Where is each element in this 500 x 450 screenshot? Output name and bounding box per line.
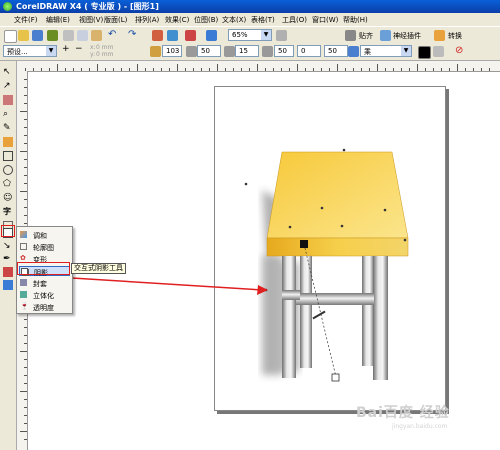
selection-node[interactable]	[288, 225, 292, 229]
flyout-item-transparency[interactable]: 🍷 透明度	[19, 302, 70, 313]
selection-node[interactable]	[244, 182, 248, 186]
seat-front	[266, 237, 409, 257]
leg-front-left	[282, 256, 296, 378]
shadow-end-handle[interactable]	[331, 373, 340, 382]
watermark-url: jingyan.baidu.com	[392, 423, 448, 430]
opacity-slider-handle[interactable]	[312, 310, 326, 320]
selection-node[interactable]	[320, 206, 324, 210]
flyout-item-contour[interactable]: 轮廓图	[19, 242, 70, 252]
selection-node[interactable]	[383, 208, 387, 212]
flyout-item-extrude[interactable]: 立体化	[19, 290, 70, 300]
annotation-arrow	[71, 277, 263, 291]
flyout-item-blend[interactable]: 调和	[19, 230, 70, 240]
shadow-start-handle[interactable]	[300, 240, 308, 248]
tooltip: 交互式阴影工具	[71, 263, 126, 274]
crossbar	[296, 293, 374, 305]
watermark-logo: Bai百度 经验	[356, 405, 450, 421]
contour-icon	[20, 243, 27, 250]
distort-icon: ✿	[20, 254, 26, 262]
crossbar-side	[282, 290, 300, 300]
extrude-icon	[20, 291, 27, 298]
leg-back-left	[300, 256, 312, 368]
leg-front-right	[373, 256, 388, 380]
envelope-icon	[20, 279, 27, 286]
transparency-icon: 🍷	[20, 302, 29, 310]
selection-node[interactable]	[342, 148, 346, 152]
drawing-artwork	[71, 148, 409, 382]
highlight-box-shadow	[17, 262, 70, 275]
selection-node[interactable]	[403, 238, 407, 242]
blend-icon	[20, 231, 27, 238]
seat-top	[266, 151, 409, 239]
leg-back-right	[362, 256, 374, 366]
flyout-item-envelope[interactable]: 封套	[19, 278, 70, 288]
selection-node[interactable]	[340, 224, 344, 228]
